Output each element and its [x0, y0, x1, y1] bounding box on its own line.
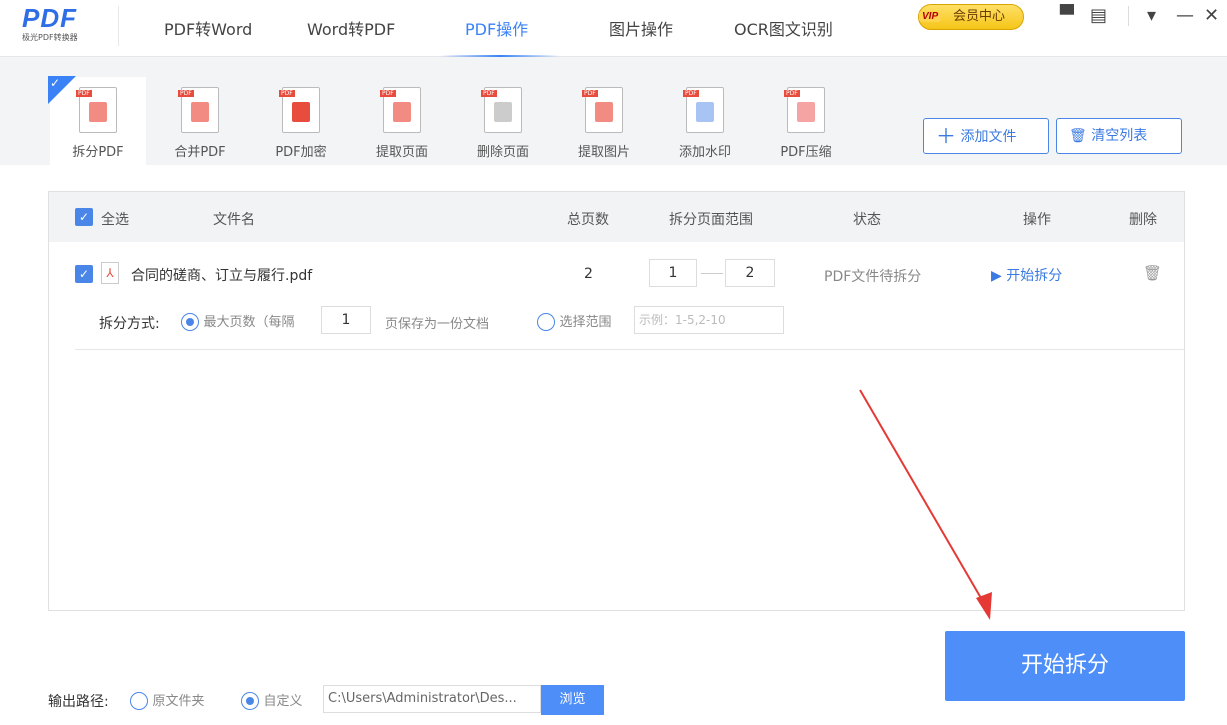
delete-icon[interactable]: 🗑	[1143, 264, 1162, 282]
header-range: 拆分页面范围	[669, 212, 753, 228]
page-count: 2	[584, 266, 593, 282]
range-from-input[interactable]: 1	[649, 259, 697, 287]
extract-images-icon: PDF	[582, 87, 623, 133]
tool-delete-pages[interactable]: PDF 删除页面	[455, 77, 551, 165]
tool-label: 合并PDF	[174, 145, 226, 160]
header-pages: 总页数	[567, 212, 609, 228]
pdf-file-icon: ⅄	[101, 262, 119, 284]
start-split-link[interactable]: ▶ 开始拆分	[991, 265, 1062, 285]
tab-pdf-to-word[interactable]: PDF转Word	[164, 16, 252, 40]
radio-custom-folder[interactable]: 自定义	[241, 690, 302, 710]
radio-max-pages[interactable]: 最大页数（每隔	[181, 311, 294, 331]
vip-crown-icon: VIP	[919, 11, 942, 22]
delete-pages-icon: PDF	[481, 87, 522, 133]
tab-word-to-pdf[interactable]: Word转PDF	[307, 16, 395, 40]
select-all-checkbox[interactable]: ✓	[75, 208, 93, 226]
radio-select-range[interactable]: 选择范围	[537, 311, 611, 331]
split-mode-label: 拆分方式:	[99, 316, 160, 332]
tool-label: 删除页面	[476, 145, 529, 160]
tool-label: 提取页面	[375, 145, 428, 160]
file-name: 合同的磋商、订立与履行.pdf	[131, 268, 313, 284]
compress-pdf-icon: PDF	[784, 87, 825, 133]
status-text: PDF文件待拆分	[824, 269, 922, 285]
trash-icon: 🗑	[1069, 128, 1087, 144]
range-to-input[interactable]: 2	[725, 259, 775, 287]
select-all-label[interactable]: 全选	[101, 209, 129, 229]
tab-image-operations[interactable]: 图片操作	[609, 16, 673, 40]
close-button[interactable]: ✕	[1204, 5, 1219, 26]
menu-icon[interactable]: ▾	[1147, 5, 1156, 26]
header-action: 操作	[1023, 212, 1051, 228]
clear-list-button[interactable]: 🗑 清空列表	[1056, 118, 1182, 154]
tool-label: PDF压缩	[780, 145, 832, 160]
add-file-button[interactable]: ＋ 添加文件	[923, 118, 1049, 154]
browse-button[interactable]: 浏览	[541, 685, 604, 715]
selected-check-icon: ✓	[48, 76, 76, 104]
row-divider	[75, 349, 1184, 350]
encrypt-pdf-icon: PDF	[279, 87, 320, 133]
tool-encrypt-pdf[interactable]: PDF PDF加密	[253, 77, 349, 165]
feedback-icon[interactable]: ▤	[1090, 5, 1107, 26]
skin-icon[interactable]: ▀	[1060, 5, 1074, 26]
play-icon: ▶	[991, 268, 1002, 284]
tool-extract-images[interactable]: PDF 提取图片	[556, 77, 652, 165]
table-row: ✓ ⅄ 合同的磋商、订立与履行.pdf 2 1 2 PDF文件待拆分 ▶ 开始拆…	[49, 250, 1184, 350]
tool-label: 提取图片	[577, 145, 630, 160]
tab-ocr[interactable]: OCR图文识别	[734, 16, 833, 40]
header-status: 状态	[853, 212, 881, 228]
file-table: ✓ 全选 文件名 总页数 拆分页面范围 状态 操作 删除 ✓ ⅄ 合同的磋商、订…	[48, 191, 1185, 611]
tool-label: PDF加密	[275, 145, 327, 160]
pages-per-file-input[interactable]: 1	[321, 306, 371, 334]
output-path-label: 输出路径:	[48, 694, 109, 710]
top-bar: PDF 极光PDF转换器 PDF转Word Word转PDF PDF操作 图片操…	[0, 0, 1227, 57]
table-header: ✓ 全选 文件名 总页数 拆分页面范围 状态 操作 删除	[49, 192, 1184, 242]
split-suffix: 页保存为一份文档	[385, 317, 490, 332]
range-input[interactable]: 示例：1-5,2-10	[634, 306, 784, 334]
tool-add-watermark[interactable]: PDF 添加水印	[657, 77, 753, 165]
app-logo: PDF 极光PDF转换器	[22, 3, 78, 42]
tool-compress-pdf[interactable]: PDF PDF压缩	[758, 77, 854, 165]
start-split-button[interactable]: 开始拆分	[945, 631, 1185, 701]
divider	[118, 6, 119, 46]
header-delete: 删除	[1129, 212, 1157, 228]
tool-label: 添加水印	[678, 145, 731, 160]
annotation-arrow	[859, 389, 992, 620]
tool-label: 拆分PDF	[72, 145, 124, 160]
range-dash	[701, 273, 723, 274]
header-filename: 文件名	[213, 212, 255, 228]
tool-merge-pdf[interactable]: PDF 合并PDF	[152, 77, 248, 165]
radio-original-folder[interactable]: 原文件夹	[130, 690, 204, 710]
tab-pdf-operations[interactable]: PDF操作	[465, 16, 528, 40]
plus-icon: ＋	[936, 124, 956, 148]
row-checkbox[interactable]: ✓	[75, 265, 93, 283]
tool-extract-pages[interactable]: PDF 提取页面	[354, 77, 450, 165]
vip-center-button[interactable]: VIP 会员中心	[918, 4, 1024, 30]
minimize-button[interactable]: —	[1176, 5, 1194, 26]
merge-pdf-icon: PDF	[178, 87, 219, 133]
extract-pages-icon: PDF	[380, 87, 421, 133]
split-pdf-icon: PDF	[76, 87, 117, 133]
divider	[1128, 6, 1129, 26]
output-path-input[interactable]: C:\Users\Administrator\Des...	[323, 685, 541, 713]
add-watermark-icon: PDF	[683, 87, 724, 133]
